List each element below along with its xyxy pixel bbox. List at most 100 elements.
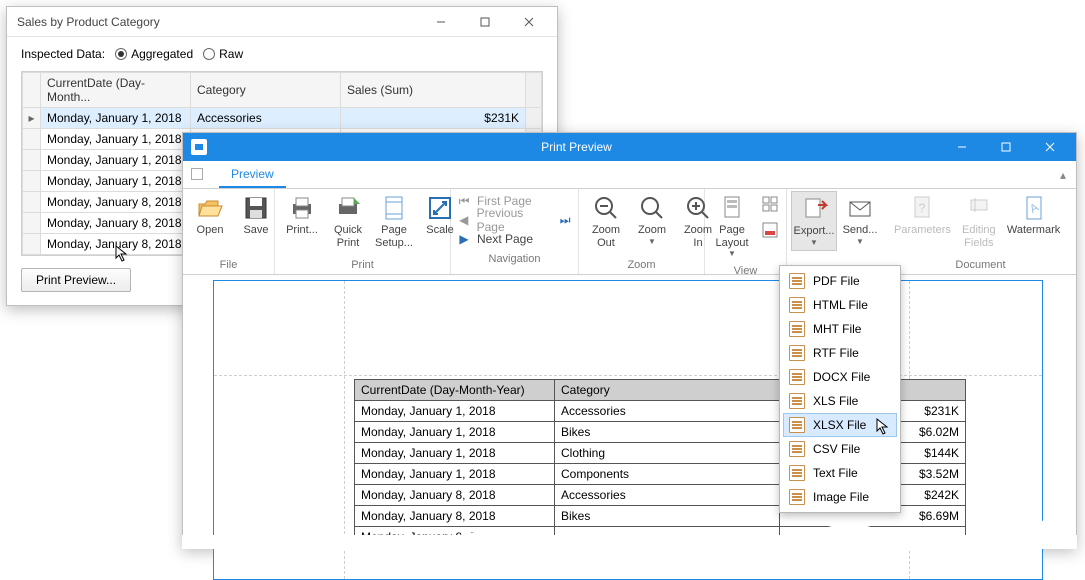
- export-menu[interactable]: PDF FileHTML FileMHT FileRTF FileDOCX Fi…: [779, 265, 901, 513]
- preview-titlebar[interactable]: Print Preview: [183, 133, 1076, 161]
- page-layout-button[interactable]: Page Layout▼: [709, 191, 755, 261]
- export-menu-item[interactable]: MHT File: [783, 317, 897, 341]
- send-button[interactable]: Send...▼: [837, 191, 883, 249]
- file-type-icon: [789, 297, 805, 313]
- preview-canvas[interactable]: CurrentDate (Day-Month-Year) Category Sa…: [183, 276, 1076, 547]
- grid-scrollbar[interactable]: [526, 73, 542, 108]
- page-setup-icon: [380, 194, 408, 222]
- preview-minimize-button[interactable]: [940, 133, 984, 161]
- export-menu-item[interactable]: XLS File: [783, 389, 897, 413]
- print-button[interactable]: Print...: [279, 191, 325, 240]
- group-document: ? Parameters Editing Fields A Watermark …: [885, 189, 1076, 274]
- export-menu-item[interactable]: Text File: [783, 461, 897, 485]
- previous-page-button[interactable]: ◀Previous Page⏭: [457, 211, 572, 229]
- cursor-icon: [876, 418, 890, 436]
- col-category[interactable]: Category: [191, 73, 341, 108]
- file-type-icon: [789, 273, 805, 289]
- next-page-icon: ▶: [457, 232, 471, 246]
- dropdown-icon: ▼: [810, 238, 818, 247]
- qat-icon[interactable]: [191, 168, 203, 180]
- print-preview-window: Print Preview Preview ▴ Open Save File: [182, 132, 1077, 548]
- save-button[interactable]: Save: [233, 191, 279, 240]
- zoom-button[interactable]: Zoom▼: [629, 191, 675, 249]
- scale-icon: [426, 194, 454, 222]
- export-button[interactable]: Export...▼: [791, 191, 837, 251]
- col-sales[interactable]: Sales (Sum): [341, 73, 526, 108]
- zoom-out-button[interactable]: Zoom Out: [583, 191, 629, 252]
- group-print: Print... Quick Print Page Setup... Scale…: [275, 189, 451, 274]
- sales-titlebar[interactable]: Sales by Product Category: [7, 7, 557, 37]
- export-menu-item[interactable]: PDF File: [783, 269, 897, 293]
- view-color-icon[interactable]: [757, 217, 783, 243]
- export-icon: [800, 195, 828, 223]
- save-icon: [242, 194, 270, 222]
- printer-icon: [288, 194, 316, 222]
- grid-row[interactable]: ▸Monday, January 1, 2018Accessories$231K: [23, 108, 542, 129]
- quick-print-button[interactable]: Quick Print: [325, 191, 371, 252]
- page-layout-icon: [718, 194, 746, 222]
- preview-close-button[interactable]: [1028, 133, 1072, 161]
- group-file: Open Save File: [183, 189, 275, 274]
- watermark-icon: A: [1020, 194, 1048, 222]
- dropdown-icon: ▼: [728, 249, 736, 258]
- folder-open-icon: [196, 194, 224, 222]
- radio-aggregated[interactable]: Aggregated: [115, 47, 193, 61]
- file-type-icon: [789, 369, 805, 385]
- tab-preview[interactable]: Preview: [219, 161, 286, 188]
- col-date[interactable]: CurrentDate (Day-Month...: [41, 73, 191, 108]
- ribbon-tabbar: Preview ▴: [183, 161, 1076, 189]
- app-icon: [191, 139, 207, 155]
- first-page-icon: ⏮: [457, 194, 471, 208]
- watermark-button[interactable]: A Watermark: [1002, 191, 1065, 240]
- preview-maximize-button[interactable]: [984, 133, 1028, 161]
- file-type-icon: [789, 465, 805, 481]
- file-type-icon: [789, 417, 805, 433]
- file-type-icon: [789, 441, 805, 457]
- export-menu-item[interactable]: Image File: [783, 485, 897, 509]
- export-menu-item[interactable]: CSV File: [783, 437, 897, 461]
- inspected-label: Inspected Data:: [21, 47, 105, 61]
- maximize-button[interactable]: [463, 8, 507, 36]
- close-button[interactable]: [507, 8, 551, 36]
- row-header-corner: [23, 73, 41, 108]
- file-type-icon: [789, 321, 805, 337]
- group-navigation: ⏮First Page ◀Previous Page⏭ ▶Next Page N…: [451, 189, 579, 274]
- editing-fields-icon: [965, 194, 993, 222]
- pcol-date: CurrentDate (Day-Month-Year): [355, 380, 555, 401]
- editing-fields-button[interactable]: Editing Fields: [956, 191, 1002, 252]
- dropdown-icon: ▼: [856, 237, 864, 246]
- preview-title: Print Preview: [213, 140, 940, 154]
- next-page-button[interactable]: ▶Next Page: [457, 230, 572, 248]
- group-view: Page Layout▼ View: [705, 189, 787, 274]
- parameters-icon: ?: [908, 194, 936, 222]
- ribbon: Open Save File Print... Quick Print: [183, 189, 1076, 275]
- dropdown-icon: ▼: [648, 237, 656, 246]
- print-preview-button[interactable]: Print Preview...: [21, 268, 131, 292]
- torn-edge: [182, 535, 1077, 549]
- group-zoom: Zoom Out Zoom▼ Zoom In Zoom: [579, 189, 705, 274]
- group-export: Export...▼ Send...▼: [787, 189, 885, 274]
- export-menu-item[interactable]: HTML File: [783, 293, 897, 317]
- file-type-icon: [789, 489, 805, 505]
- quick-print-icon: [334, 194, 362, 222]
- inspected-data-row: Inspected Data: Aggregated Raw: [21, 47, 543, 61]
- sales-title: Sales by Product Category: [17, 15, 419, 29]
- zoom-icon: [638, 194, 666, 222]
- file-type-icon: [789, 345, 805, 361]
- envelope-icon: [846, 194, 874, 222]
- export-menu-item[interactable]: DOCX File: [783, 365, 897, 389]
- cursor-icon: [115, 245, 129, 263]
- export-menu-item[interactable]: RTF File: [783, 341, 897, 365]
- prev-page-icon: ◀: [457, 213, 471, 227]
- parameters-button[interactable]: ? Parameters: [889, 191, 956, 240]
- last-page-icon[interactable]: ⏭: [558, 213, 572, 227]
- page-setup-button[interactable]: Page Setup...: [371, 191, 417, 252]
- radio-raw[interactable]: Raw: [203, 47, 243, 61]
- svg-text:?: ?: [919, 201, 926, 215]
- zoom-out-icon: [592, 194, 620, 222]
- view-multi-icon[interactable]: [757, 191, 783, 217]
- pcol-category: Category: [555, 380, 780, 401]
- minimize-button[interactable]: [419, 8, 463, 36]
- open-button[interactable]: Open: [187, 191, 233, 240]
- collapse-ribbon-icon[interactable]: ▴: [1050, 162, 1076, 188]
